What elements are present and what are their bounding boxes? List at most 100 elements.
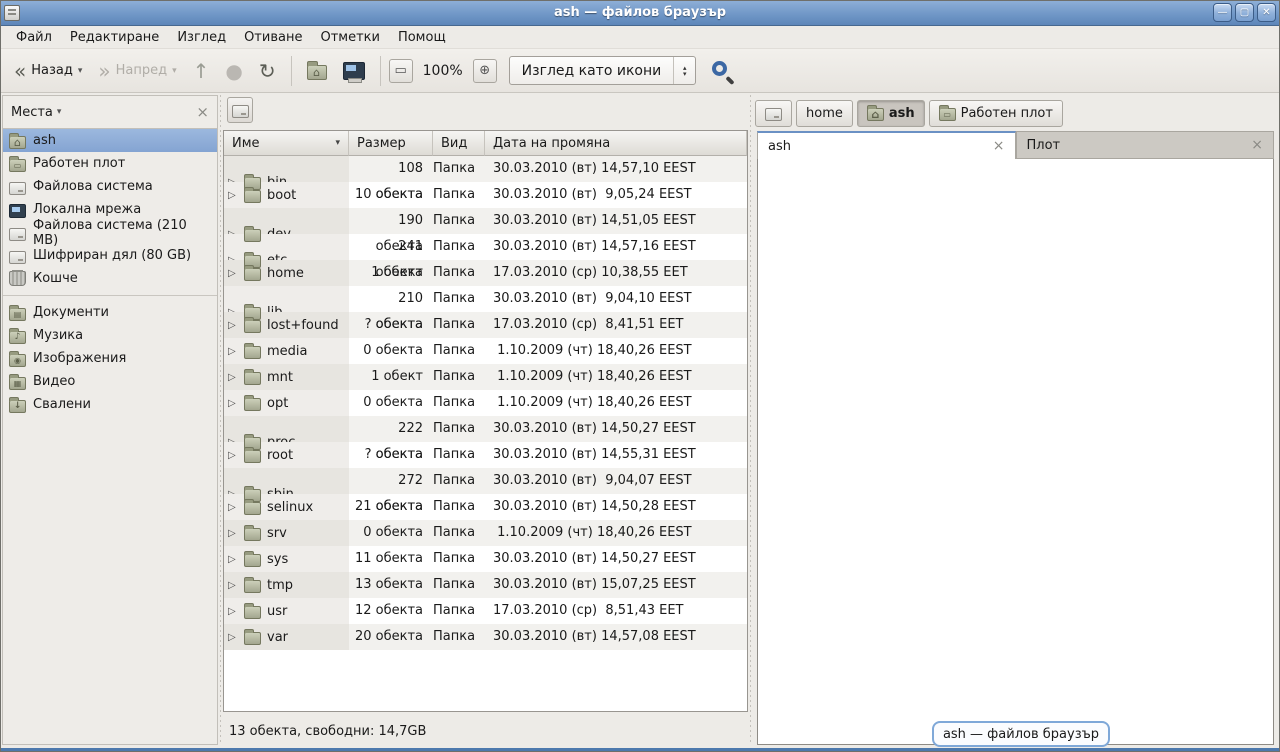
- menu-item[interactable]: Отметки: [311, 27, 388, 48]
- tree-row[interactable]: ▷ srv 0 обекта Папка 1.10.2009 (чт) 18,4…: [224, 520, 747, 546]
- expander-icon[interactable]: ▷: [228, 528, 238, 539]
- path-current-button[interactable]: ash: [857, 100, 925, 127]
- row-size: 10 обекта: [349, 182, 433, 208]
- expander-icon[interactable]: ▷: [228, 320, 238, 331]
- row-type: Папка: [433, 494, 485, 520]
- expander-icon[interactable]: ▷: [228, 372, 238, 383]
- row-modified: 30.03.2010 (вт) 9,05,24 EEST: [485, 182, 747, 208]
- row-name: srv: [267, 526, 287, 541]
- row-modified: 1.10.2009 (чт) 18,40,26 EEST: [485, 338, 747, 364]
- sidebar-place-item[interactable]: Кошче: [3, 267, 217, 290]
- sidebar-place-item[interactable]: Свалени: [3, 393, 217, 416]
- sidebar-place-item[interactable]: ash: [3, 129, 217, 152]
- menu-item[interactable]: Изглед: [168, 27, 235, 48]
- sidebar-place-item[interactable]: Файлова система (210 MB): [3, 221, 217, 244]
- row-size: 1 обект: [349, 364, 433, 390]
- view-mode-select[interactable]: Изглед като икони ▴▾: [509, 56, 697, 85]
- back-button[interactable]: « Назад ▾: [7, 58, 89, 84]
- tree-row[interactable]: ▷ media 0 обекта Папка 1.10.2009 (чт) 18…: [224, 338, 747, 364]
- folder-icon: [244, 554, 261, 567]
- tree-row[interactable]: ▷ home 1 обект Папка 17.03.2010 (ср) 10,…: [224, 260, 747, 286]
- tab-close-icon[interactable]: ×: [993, 138, 1005, 154]
- status-text: 13 обекта, свободни: 14,7GB: [229, 724, 426, 739]
- row-name: tmp: [267, 578, 293, 593]
- sidebar-title[interactable]: Места: [11, 105, 53, 120]
- taskbar-window-button[interactable]: ash — файлов браузър: [932, 721, 1110, 747]
- computer-button[interactable]: [336, 58, 372, 84]
- tree-row[interactable]: ▷ sbin 272 обекта Папка 30.03.2010 (вт) …: [224, 468, 747, 494]
- sidebar-place-item[interactable]: Шифриран дял (80 GB): [3, 244, 217, 267]
- path-home-button[interactable]: home: [796, 100, 853, 127]
- column-header-modified[interactable]: Дата на промяна: [485, 131, 747, 156]
- tab-plot[interactable]: Плот ×: [1016, 131, 1275, 159]
- tree-row[interactable]: ▷ lost+found ? обекта Папка 17.03.2010 (…: [224, 312, 747, 338]
- sidebar-place-item[interactable]: Видео: [3, 370, 217, 393]
- close-button[interactable]: ✕: [1257, 3, 1276, 22]
- maximize-button[interactable]: ▢: [1235, 3, 1254, 22]
- sidebar-place-item[interactable]: Работен плот: [3, 152, 217, 175]
- row-name: home: [267, 266, 304, 281]
- back-history-chevron-icon[interactable]: ▾: [78, 66, 83, 76]
- expander-icon[interactable]: ▷: [228, 268, 238, 279]
- menubar: ФайлРедактиранеИзгледОтиванеОтметкиПомощ: [1, 26, 1279, 49]
- tree-row[interactable]: ▷ mnt 1 обект Папка 1.10.2009 (чт) 18,40…: [224, 364, 747, 390]
- tree-row[interactable]: ▷ dev 190 обекта Папка 30.03.2010 (вт) 1…: [224, 208, 747, 234]
- tree-row[interactable]: ▷ boot 10 обекта Папка 30.03.2010 (вт) 9…: [224, 182, 747, 208]
- tab-ash[interactable]: ash ×: [757, 131, 1016, 159]
- column-header-type[interactable]: Вид: [433, 131, 485, 156]
- tree-row[interactable]: ▷ etc 241 обекта Папка 30.03.2010 (вт) 1…: [224, 234, 747, 260]
- expander-icon[interactable]: ▷: [228, 606, 238, 617]
- icon-view[interactable]: [757, 159, 1274, 745]
- path-desktop-button[interactable]: Работен плот: [929, 100, 1063, 127]
- sidebar-close-icon[interactable]: ×: [196, 103, 209, 121]
- sidebar-place-item[interactable]: Музика: [3, 324, 217, 347]
- tree-row[interactable]: ▷ proc 222 обекта Папка 30.03.2010 (вт) …: [224, 416, 747, 442]
- expander-icon[interactable]: ▷: [228, 190, 238, 201]
- column-header-size[interactable]: Размер: [349, 131, 433, 156]
- tree-row[interactable]: ▷ var 20 обекта Папка 30.03.2010 (вт) 14…: [224, 624, 747, 650]
- folder-icon: [244, 190, 261, 203]
- tree-row[interactable]: ▷ opt 0 обекта Папка 1.10.2009 (чт) 18,4…: [224, 390, 747, 416]
- folder-icon: [244, 632, 261, 645]
- expander-icon[interactable]: ▷: [228, 346, 238, 357]
- expander-icon[interactable]: ▷: [228, 502, 238, 513]
- row-modified: 17.03.2010 (ср) 8,41,51 EET: [485, 312, 747, 338]
- zoom-level: 100%: [415, 63, 471, 79]
- tree-row[interactable]: ▷ selinux 21 обекта Папка 30.03.2010 (вт…: [224, 494, 747, 520]
- column-header-name[interactable]: Име▾: [224, 131, 349, 156]
- sidebar-place-item[interactable]: Изображения: [3, 347, 217, 370]
- tree-row[interactable]: ▷ lib 210 обекта Папка 30.03.2010 (вт) 9…: [224, 286, 747, 312]
- minimize-button[interactable]: —: [1213, 3, 1232, 22]
- menu-item[interactable]: Помощ: [389, 27, 455, 48]
- up-button[interactable]: ↑: [186, 58, 217, 84]
- expander-icon[interactable]: ▷: [228, 580, 238, 591]
- expander-icon[interactable]: ▷: [228, 632, 238, 643]
- sidebar-place-item[interactable]: Файлова система: [3, 175, 217, 198]
- expander-icon[interactable]: ▷: [228, 398, 238, 409]
- place-icon: [9, 182, 26, 195]
- expander-icon[interactable]: ▷: [228, 450, 238, 461]
- sidebar-place-item[interactable]: Документи: [3, 301, 217, 324]
- tree-row[interactable]: ▷ root ? обекта Папка 30.03.2010 (вт) 14…: [224, 442, 747, 468]
- menu-item[interactable]: Отиване: [235, 27, 311, 48]
- menu-item[interactable]: Редактиране: [61, 27, 168, 48]
- menu-item[interactable]: Файл: [7, 27, 61, 48]
- view-mode-spinner-icon[interactable]: ▴▾: [673, 57, 695, 84]
- reload-button[interactable]: ↻: [252, 58, 283, 84]
- forward-button[interactable]: » Напред ▾: [91, 58, 183, 84]
- tree-row[interactable]: ▷ tmp 13 обекта Папка 30.03.2010 (вт) 15…: [224, 572, 747, 598]
- search-icon[interactable]: [712, 61, 727, 76]
- path-root-button[interactable]: [755, 100, 792, 127]
- tree-row[interactable]: ▷ usr 12 обекта Папка 17.03.2010 (ср) 8,…: [224, 598, 747, 624]
- home-button[interactable]: [300, 57, 334, 84]
- sidebar-title-chevron-icon[interactable]: ▾: [57, 107, 62, 117]
- zoom-out-button[interactable]: ▭: [389, 59, 413, 83]
- tree-row[interactable]: ▷ sys 11 обекта Папка 30.03.2010 (вт) 14…: [224, 546, 747, 572]
- zoom-in-button[interactable]: ⊕: [473, 59, 497, 83]
- tab-close-icon[interactable]: ×: [1251, 137, 1263, 153]
- root-path-button[interactable]: [227, 97, 253, 123]
- desktop-folder-icon: [939, 108, 956, 121]
- expander-icon[interactable]: ▷: [228, 554, 238, 565]
- stop-button[interactable]: ●: [218, 58, 249, 84]
- tree-row[interactable]: ▷ bin 108 обекта Папка 30.03.2010 (вт) 1…: [224, 156, 747, 182]
